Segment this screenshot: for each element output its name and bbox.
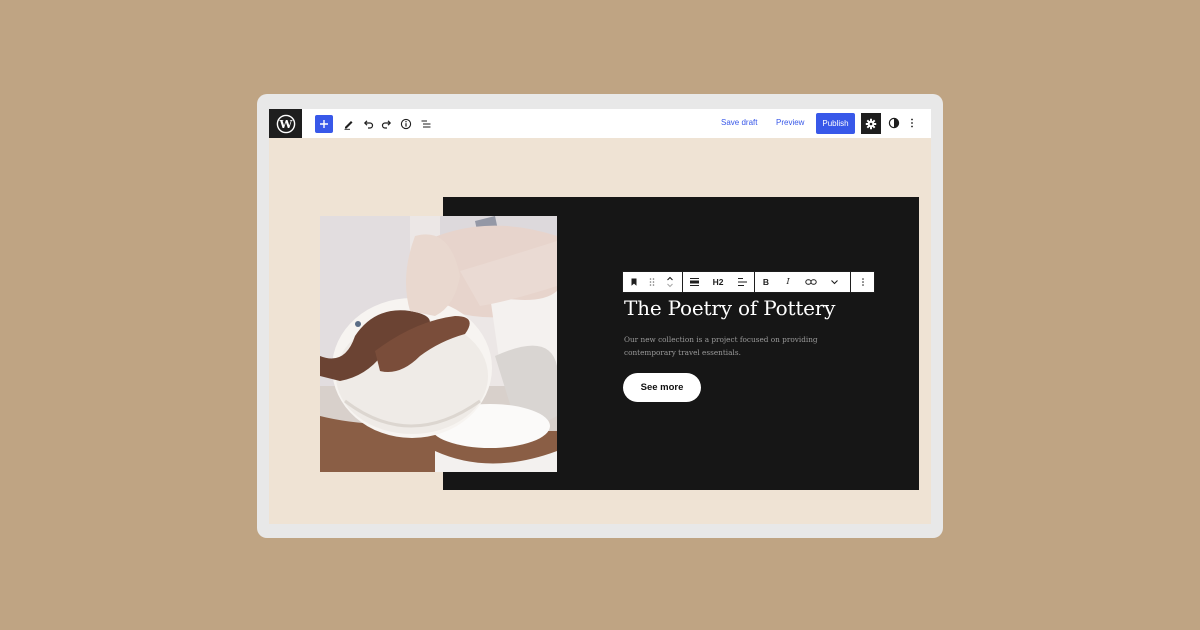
settings-button[interactable] [861, 113, 881, 134]
svg-text:W: W [278, 117, 293, 131]
cover-heading[interactable]: The Poetry of Pottery [624, 296, 835, 320]
add-block-button[interactable] [315, 115, 333, 133]
align-block-button[interactable] [683, 272, 705, 292]
gear-icon [865, 118, 877, 129]
more-vertical-icon [911, 118, 913, 128]
pottery-image[interactable] [320, 216, 557, 472]
text-align-button[interactable] [731, 272, 753, 292]
list-view-button[interactable] [417, 115, 435, 133]
italic-button[interactable]: I [777, 272, 799, 292]
info-icon [400, 118, 412, 130]
drag-handle[interactable] [645, 272, 659, 292]
preview-button[interactable]: Preview [776, 118, 804, 127]
redo-button[interactable] [378, 115, 396, 133]
move-up-down-icon [667, 276, 673, 288]
more-vertical-icon [861, 278, 864, 286]
drag-handle-icon [649, 278, 655, 286]
style-toggle-button[interactable] [886, 114, 902, 132]
add-block-icon [320, 120, 328, 128]
undo-icon [363, 120, 374, 129]
save-draft-button[interactable]: Save draft [721, 118, 757, 127]
wordpress-logo-icon[interactable]: W [269, 109, 302, 138]
chevron-down-icon [830, 280, 838, 285]
move-up-down-button[interactable] [659, 272, 681, 292]
redo-icon [381, 120, 392, 129]
block-toolbar: H2 B I [622, 271, 875, 293]
align-block-icon [689, 278, 699, 286]
options-button[interactable] [905, 114, 919, 132]
undo-button[interactable] [359, 115, 377, 133]
details-button[interactable] [397, 115, 415, 133]
block-type-button[interactable] [623, 272, 645, 292]
pottery-photo [320, 216, 557, 472]
link-button[interactable] [799, 272, 823, 292]
text-align-icon [737, 278, 747, 286]
publish-button[interactable]: Publish [816, 113, 855, 134]
edit-pencil-icon [344, 121, 353, 130]
cover-paragraph[interactable]: Our new collection is a project focused … [624, 334, 834, 359]
edit-tool-button[interactable] [340, 115, 358, 133]
editor-top-toolbar: W Save draft Preview Publish [269, 109, 931, 138]
editor-window: W Save draft Preview Publish H2 B I The … [257, 94, 943, 538]
bold-button[interactable]: B [755, 272, 777, 292]
block-options-button[interactable] [851, 272, 874, 292]
see-more-button[interactable]: See more [623, 373, 701, 402]
link-icon [805, 279, 817, 285]
editor-canvas[interactable]: H2 B I The Poetry of Pottery Our new col… [269, 138, 931, 524]
list-view-icon [421, 120, 431, 128]
heading-level-button[interactable]: H2 [705, 272, 731, 292]
more-formats-button[interactable] [823, 272, 845, 292]
contrast-icon [888, 117, 900, 129]
bookmark-icon [631, 278, 637, 286]
